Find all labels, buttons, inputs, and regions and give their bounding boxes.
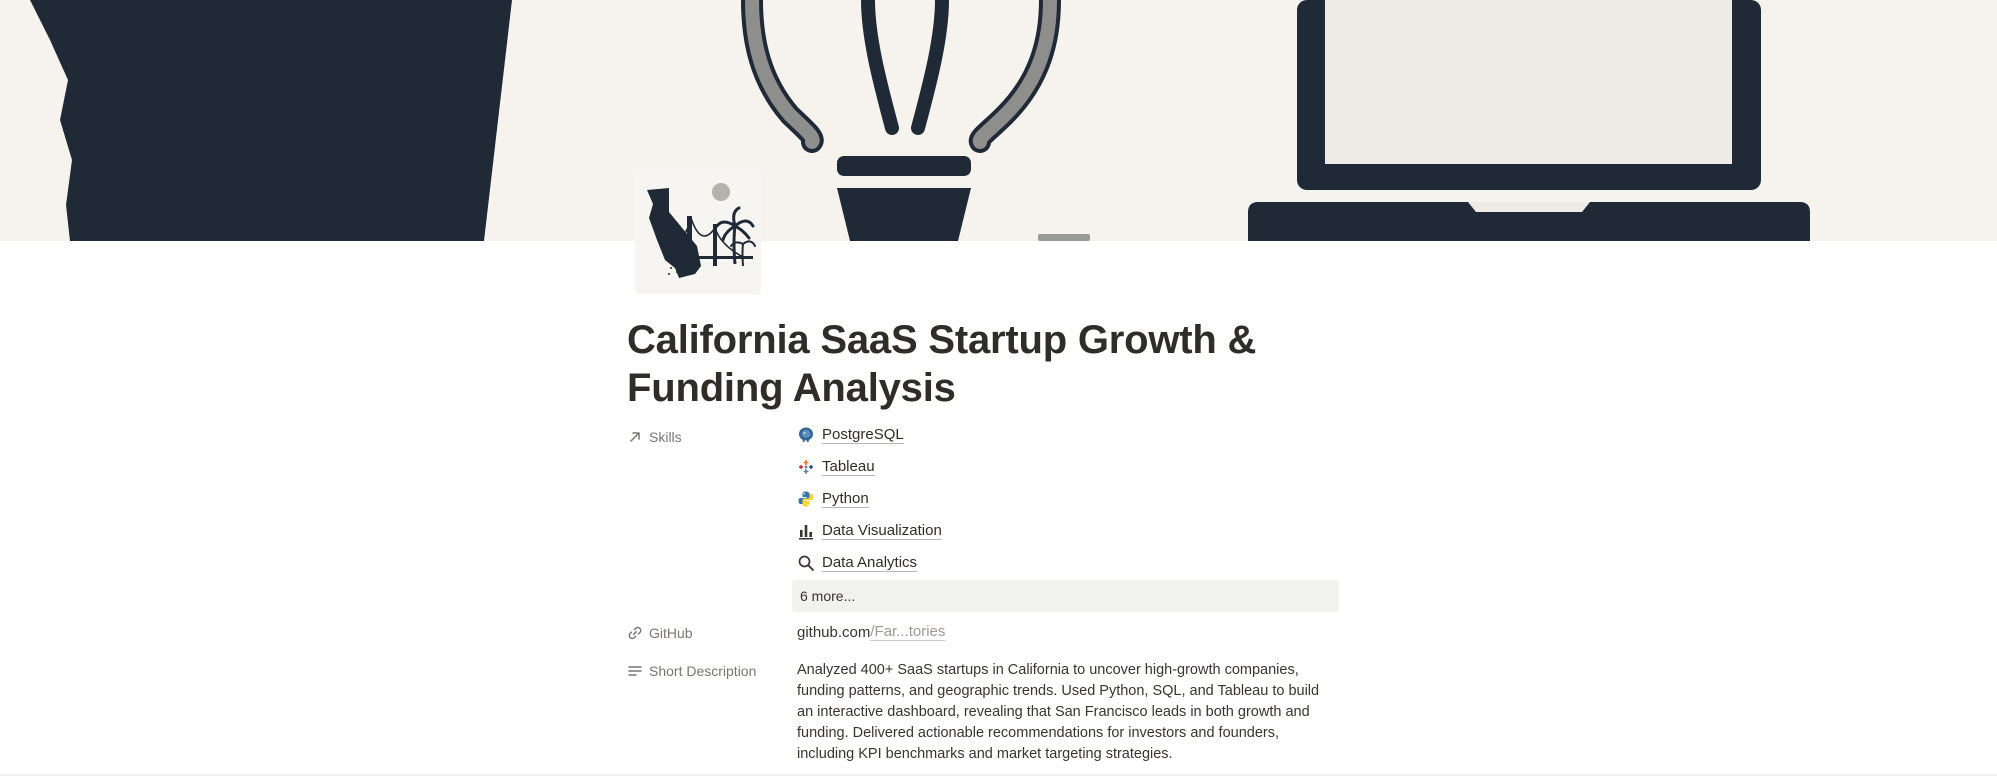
property-label-text: GitHub — [649, 625, 693, 641]
link-icon — [628, 626, 642, 640]
skill-label: Data Analytics — [822, 554, 918, 572]
skill-label: Tableau — [822, 458, 875, 476]
property-label-short-description[interactable]: Short Description — [627, 659, 756, 683]
cover-image[interactable] — [0, 0, 1997, 241]
skill-item-tableau[interactable]: Tableau — [797, 455, 875, 479]
bottom-edge-shadow — [0, 772, 1997, 776]
bar-chart-icon — [797, 522, 815, 540]
laptop-icon — [1248, 0, 1810, 241]
python-icon — [797, 490, 815, 508]
short-description-value[interactable]: Analyzed 400+ SaaS startups in Californi… — [797, 660, 1337, 765]
page-icon[interactable] — [635, 168, 761, 294]
magnifier-icon — [797, 554, 815, 572]
github-link-path: /Far...tories — [870, 623, 946, 641]
property-label-github[interactable]: GitHub — [627, 621, 693, 645]
skills-show-more-button[interactable]: 6 more... — [792, 580, 1339, 612]
arrow-up-right-icon — [630, 432, 640, 442]
text-lines-icon — [628, 666, 642, 676]
skill-label: PostgreSQL — [822, 426, 904, 444]
page-title[interactable]: California SaaS Startup Growth & Funding… — [627, 316, 1387, 412]
github-link-domain: github.com — [797, 623, 871, 641]
skill-label: Python — [822, 490, 869, 508]
skill-item-python[interactable]: Python — [797, 487, 869, 511]
skill-item-postgresql[interactable]: PostgreSQL — [797, 423, 904, 447]
postgresql-icon — [797, 426, 815, 444]
github-link[interactable]: github.com/Far...tories — [797, 620, 946, 644]
property-label-text: Skills — [649, 429, 682, 445]
california-silhouette — [30, 0, 512, 241]
skill-item-data-visualization[interactable]: Data Visualization — [797, 519, 942, 543]
property-label-skills[interactable]: Skills — [627, 425, 682, 449]
skill-item-data-analytics[interactable]: Data Analytics — [797, 551, 918, 575]
tableau-icon — [797, 458, 815, 476]
skill-label: Data Visualization — [822, 522, 942, 540]
property-label-text: Short Description — [649, 663, 757, 679]
